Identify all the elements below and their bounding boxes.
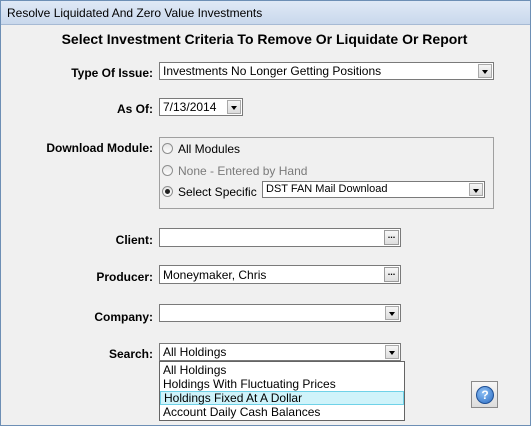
client-browse-button[interactable]: ... <box>384 230 399 245</box>
producer-value: Moneymaker, Chris <box>163 268 267 282</box>
radio-button[interactable] <box>162 143 173 154</box>
download-module-label: Download Module: <box>46 141 153 155</box>
type-of-issue-select[interactable]: Investments No Longer Getting Positions <box>159 62 494 80</box>
radio-label: All Modules <box>178 142 241 156</box>
search-value: All Holdings <box>163 345 227 359</box>
list-item[interactable]: All Holdings <box>160 363 404 377</box>
chevron-down-icon[interactable] <box>385 345 399 359</box>
list-item[interactable]: Holdings With Fluctuating Prices <box>160 377 404 391</box>
list-item[interactable]: Account Daily Cash Balances <box>160 405 404 419</box>
radio-button[interactable] <box>162 186 173 197</box>
client-field[interactable]: ... <box>159 228 401 247</box>
page-title: Select Investment Criteria To Remove Or … <box>61 31 468 47</box>
type-of-issue-label: Type Of Issue: <box>71 66 153 80</box>
producer-label: Producer: <box>96 270 153 284</box>
chevron-down-icon[interactable] <box>478 64 492 78</box>
title-bar: Resolve Liquidated And Zero Value Invest… <box>1 1 530 25</box>
search-select[interactable]: All Holdings <box>159 343 401 361</box>
radio-button <box>162 165 173 176</box>
chevron-down-icon[interactable] <box>385 306 399 320</box>
producer-browse-button[interactable]: ... <box>384 267 399 282</box>
producer-field[interactable]: Moneymaker, Chris ... <box>159 265 401 284</box>
as-of-value: 7/13/2014 <box>163 100 217 114</box>
list-item[interactable]: Holdings Fixed At A Dollar <box>160 391 404 405</box>
radio-label: Select Specific <box>178 185 257 199</box>
company-select[interactable] <box>159 304 401 322</box>
download-module-group: All Modules None - Entered by Hand Selec… <box>159 137 494 209</box>
window-title: Resolve Liquidated And Zero Value Invest… <box>7 6 263 20</box>
company-label: Company: <box>94 310 153 324</box>
client-label: Client: <box>115 233 153 247</box>
as-of-label: As Of: <box>117 102 153 116</box>
search-dropdown-list: All Holdings Holdings With Fluctuating P… <box>159 361 405 421</box>
radio-label: None - Entered by Hand <box>178 164 308 178</box>
specific-module-select[interactable]: DST FAN Mail Download <box>262 181 485 198</box>
specific-module-value: DST FAN Mail Download <box>266 183 388 195</box>
chevron-down-icon[interactable] <box>227 100 241 114</box>
help-button[interactable]: ? <box>471 381 498 408</box>
search-label: Search: <box>108 347 153 361</box>
chevron-down-icon[interactable] <box>469 183 483 196</box>
type-of-issue-value: Investments No Longer Getting Positions <box>163 64 382 78</box>
help-icon: ? <box>476 386 494 404</box>
as-of-date-picker[interactable]: 7/13/2014 <box>159 98 243 116</box>
